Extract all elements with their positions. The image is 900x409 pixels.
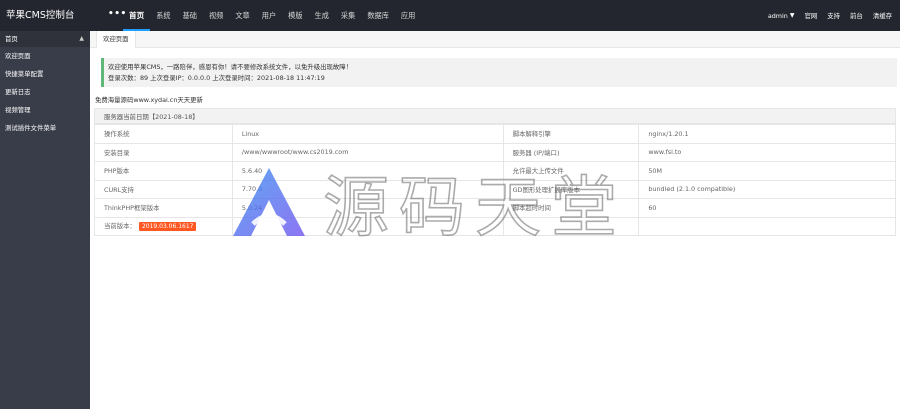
table-cell: 安装目录 bbox=[94, 142, 233, 162]
table-row: 安装目录 /www/wwwroot/www.cs2019.com 服务器 (IP… bbox=[94, 142, 896, 162]
collapse-arrow-icon[interactable]: ▲ bbox=[79, 31, 84, 47]
right-menu: admin ▼ 官网 支持 前台 清缓存 bbox=[768, 0, 892, 31]
welcome-box: 欢迎使用苹果CMS，一路陪伴，感恩有你！请不要修改系统文件，以免升级出现故障！ … bbox=[101, 58, 897, 87]
clear-cache-button[interactable]: 清缓存 bbox=[873, 11, 892, 20]
table-cell: 60 bbox=[638, 198, 896, 218]
sidebar-item-quick-menu[interactable]: 快捷菜单配置 bbox=[0, 65, 90, 83]
admin-user-menu[interactable]: admin bbox=[768, 12, 788, 20]
table-row: CURL支持 7.70.0 GD图形处理扩展库版本 bundled (2.1.0… bbox=[94, 179, 896, 199]
tab-bar: 欢迎页面 bbox=[90, 31, 900, 48]
nav-database[interactable]: 数据库 bbox=[361, 0, 395, 31]
nav-collect[interactable]: 采集 bbox=[335, 0, 361, 31]
table-cell: 脚本解释引擎 bbox=[502, 124, 640, 144]
table-cell: www.fsl.to bbox=[638, 142, 896, 162]
nav-system[interactable]: 系统 bbox=[150, 0, 176, 31]
version-badge: 2019.03.06.1617 bbox=[138, 222, 197, 232]
table-row: 操作系统 Linux 脚本解释引擎 nginx/1.20.1 bbox=[94, 124, 896, 144]
version-label: 当前版本： bbox=[104, 222, 136, 231]
table-cell: GD图形处理扩展库版本 bbox=[502, 179, 640, 199]
table-cell: nginx/1.20.1 bbox=[638, 124, 896, 144]
table-cell: CURL支持 bbox=[94, 179, 233, 199]
table-cell: 脚本超时时间 bbox=[502, 198, 640, 218]
sidebar-header[interactable]: 首页 ▲ bbox=[0, 31, 90, 47]
nav-article[interactable]: 文章 bbox=[229, 0, 255, 31]
table-cell: 允许最大上传文件 bbox=[502, 161, 640, 181]
main-content: 欢迎页面 欢迎使用苹果CMS，一路陪伴，感恩有你！请不要修改系统文件，以免升级出… bbox=[90, 31, 900, 409]
nav-generate[interactable]: 生成 bbox=[309, 0, 335, 31]
table-cell: bundled (2.1.0 compatible) bbox=[638, 179, 896, 199]
frontend-link[interactable]: 前台 bbox=[850, 11, 863, 20]
official-site-link[interactable]: 官网 bbox=[804, 11, 817, 20]
table-cell: /www/wwwroot/www.cs2019.com bbox=[231, 142, 504, 162]
table-row: ThinkPHP框架版本 5.0.24 脚本超时时间 60 bbox=[94, 198, 896, 218]
server-info-panel: 服务器当前日期【2021-08-18】 操作系统 Linux 脚本解释引擎 ng… bbox=[94, 108, 896, 236]
sidebar: 首页 ▲ 欢迎页面 快捷菜单配置 更新日志 视频管理 测试插件文件菜单 bbox=[0, 31, 90, 409]
table-cell bbox=[638, 216, 896, 236]
table-cell: 5.0.24 bbox=[231, 198, 504, 218]
caret-down-icon[interactable]: ▼ bbox=[790, 12, 795, 19]
version-cell: 当前版本： 2019.03.06.1617 bbox=[94, 216, 233, 236]
table-cell bbox=[502, 216, 640, 236]
server-info-table: 操作系统 Linux 脚本解释引擎 nginx/1.20.1 安装目录 /www… bbox=[94, 124, 896, 236]
notice-text: 免费海量源码www.xydai.cn天天更新 bbox=[95, 96, 203, 104]
tab-welcome[interactable]: 欢迎页面 bbox=[96, 31, 136, 48]
table-cell: 操作系统 bbox=[94, 124, 233, 144]
sidebar-item-video-manage[interactable]: 视频管理 bbox=[0, 101, 90, 119]
table-cell: 50M bbox=[638, 161, 896, 181]
nav-apps[interactable]: 应用 bbox=[395, 0, 421, 31]
top-navbar: 苹果CMS控制台 ••• 首页 系统 基础 视频 文章 用户 模版 生成 采集 … bbox=[0, 0, 900, 31]
sidebar-item-welcome[interactable]: 欢迎页面 bbox=[0, 47, 90, 65]
nav-user[interactable]: 用户 bbox=[256, 0, 282, 31]
nav-video[interactable]: 视频 bbox=[203, 0, 229, 31]
table-cell: 7.70.0 bbox=[231, 179, 504, 199]
nav-template[interactable]: 模版 bbox=[282, 0, 308, 31]
table-cell bbox=[231, 216, 504, 236]
nav-home[interactable]: 首页 bbox=[123, 0, 151, 31]
sidebar-header-label: 首页 bbox=[5, 35, 18, 43]
main-nav: 首页 系统 基础 视频 文章 用户 模版 生成 采集 数据库 应用 bbox=[123, 0, 421, 31]
table-cell: 服务器 (IP/端口) bbox=[502, 142, 640, 162]
table-cell: 5.6.40 bbox=[231, 161, 504, 181]
table-cell: Linux bbox=[231, 124, 504, 144]
sidebar-item-changelog[interactable]: 更新日志 bbox=[0, 83, 90, 101]
support-link[interactable]: 支持 bbox=[827, 11, 840, 20]
table-row: PHP版本 5.6.40 允许最大上传文件 50M bbox=[94, 161, 896, 181]
table-cell: ThinkPHP框架版本 bbox=[94, 198, 233, 218]
sidebar-item-test-plugin[interactable]: 测试插件文件菜单 bbox=[0, 119, 90, 137]
table-row: 当前版本： 2019.03.06.1617 bbox=[94, 216, 896, 236]
login-info: 登录次数：89 上次登录IP：0.0.0.0 上次登录时间：2021-08-18… bbox=[108, 74, 325, 82]
app-brand[interactable]: 苹果CMS控制台 bbox=[0, 0, 90, 31]
welcome-message: 欢迎使用苹果CMS，一路陪伴，感恩有你！请不要修改系统文件，以免升级出现故障！ bbox=[108, 63, 353, 71]
nav-basic[interactable]: 基础 bbox=[177, 0, 203, 31]
server-date-header: 服务器当前日期【2021-08-18】 bbox=[94, 108, 896, 124]
table-cell: PHP版本 bbox=[94, 161, 233, 181]
